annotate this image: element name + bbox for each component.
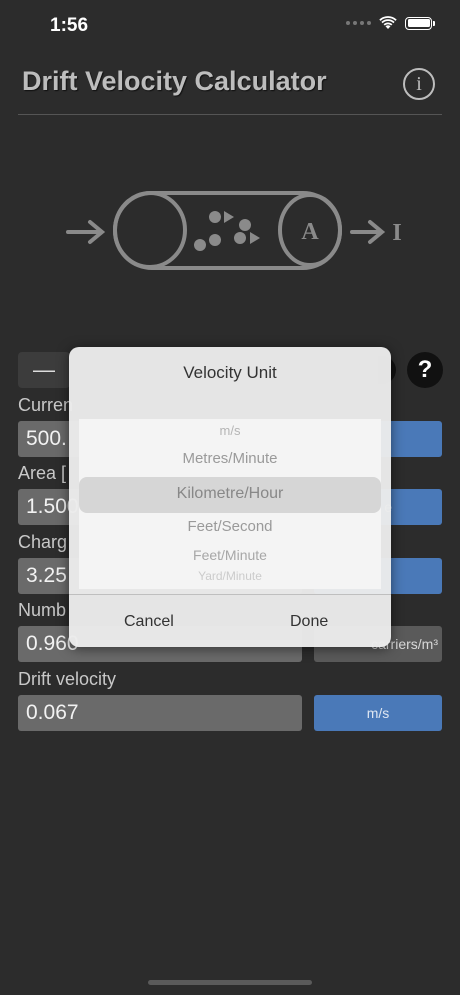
help-button[interactable]: ? [407, 352, 443, 388]
picker-option[interactable]: Yard/Minute [79, 569, 381, 583]
conductor-diagram: A I [66, 191, 402, 270]
picker-option[interactable]: Feet/Second [79, 518, 381, 535]
charge-label-text: Charg [18, 532, 68, 552]
picker-option[interactable]: Feet/Minute [79, 547, 381, 563]
title-divider [18, 114, 442, 115]
app-title: Drift Velocity Calculator [22, 66, 327, 96]
area-label-text: Area [ [18, 463, 67, 483]
info-button[interactable]: i [403, 68, 435, 100]
picker-option-selected[interactable]: Kilometre/Hour [79, 485, 381, 503]
number-label-text: Numb [18, 600, 67, 620]
drift-velocity-output: 0.067 [18, 695, 302, 731]
dialog-divider [69, 594, 391, 595]
done-button[interactable]: Done [290, 613, 328, 631]
picker-option[interactable]: m/s [79, 423, 381, 438]
unit-picker[interactable]: m/s Metres/Minute Kilometre/Hour Feet/Se… [79, 419, 381, 589]
picker-option[interactable]: Metres/Minute [79, 450, 381, 467]
velocity-unit-button[interactable]: m/s [314, 695, 442, 731]
status-time: 1:56 [50, 15, 89, 36]
minus-button[interactable]: — [18, 352, 70, 388]
velocity-unit-dialog: Velocity Unit m/s Metres/Minute Kilometr… [69, 347, 391, 647]
status-icons [346, 16, 435, 30]
battery-icon [405, 16, 435, 30]
wifi-icon [379, 16, 397, 29]
home-indicator [148, 980, 312, 985]
drift-velocity-label: Drift velocity [18, 669, 117, 689]
current-label: I [392, 220, 401, 246]
current-label-text: Curren [18, 395, 74, 415]
ammeter-label: A [301, 219, 319, 245]
cancel-button[interactable]: Cancel [124, 613, 174, 631]
dialog-title: Velocity Unit [183, 363, 277, 382]
signal-icon [346, 21, 371, 25]
status-bar: 1:56 [0, 0, 460, 50]
